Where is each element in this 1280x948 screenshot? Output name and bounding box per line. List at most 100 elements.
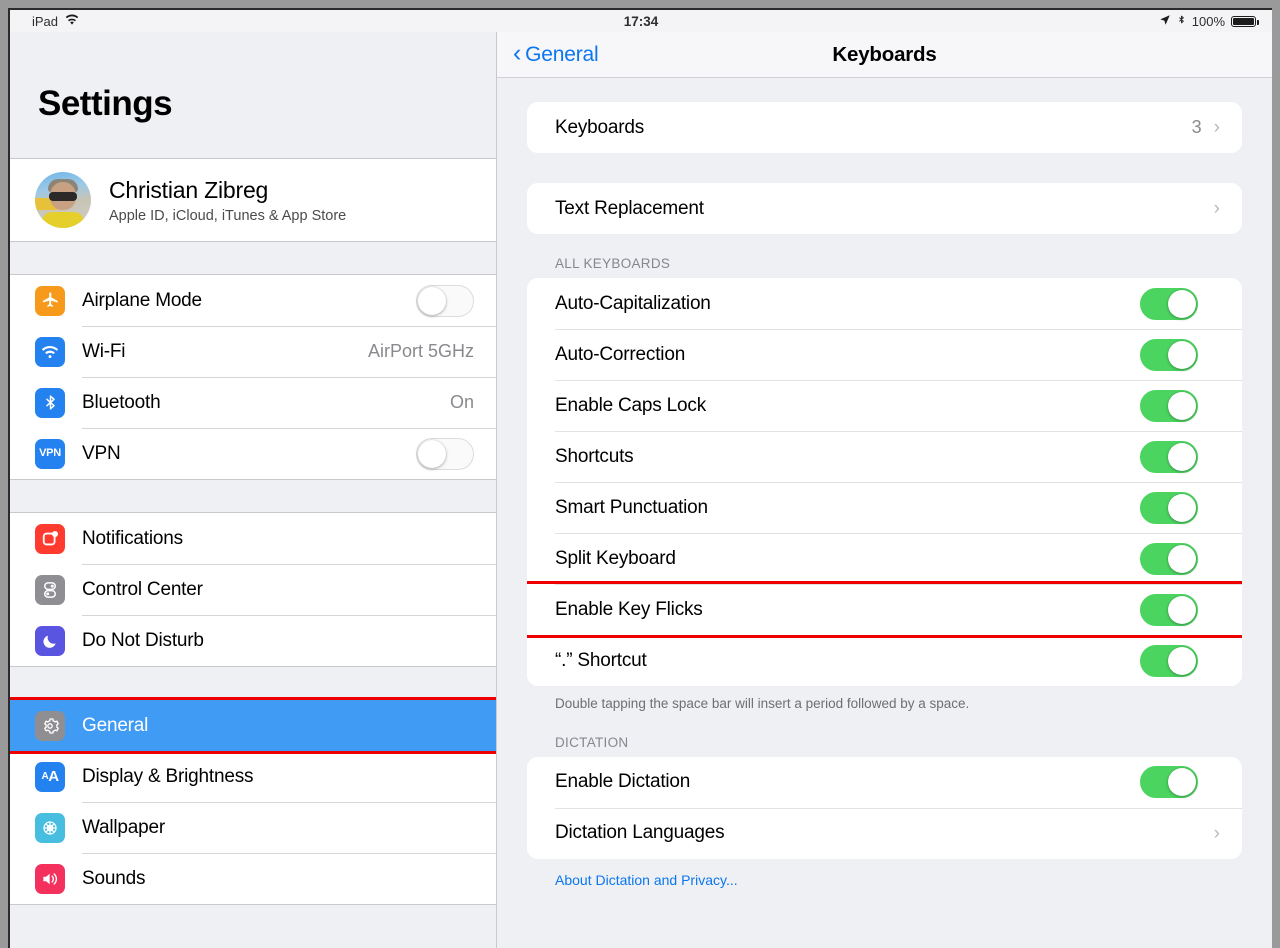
row-enable-caps-lock[interactable]: Enable Caps Lock xyxy=(527,380,1242,431)
sidebar-group-notifications: Notifications Control Center Do Not Dist… xyxy=(10,512,496,667)
battery-full-icon xyxy=(1231,15,1259,27)
sidebar-item-general[interactable]: General xyxy=(10,700,496,751)
row-dictation-languages[interactable]: Dictation Languages › xyxy=(527,807,1242,859)
auto-correction-toggle[interactable] xyxy=(1140,338,1198,371)
period-shortcut-toggle[interactable] xyxy=(1140,644,1198,677)
row-label: “.” Shortcut xyxy=(555,649,647,671)
bluetooth-icon xyxy=(1177,13,1186,29)
enable-dictation-toggle[interactable] xyxy=(1140,766,1198,799)
sidebar-item-notifications[interactable]: Notifications xyxy=(10,513,496,564)
about-dictation-privacy-link[interactable]: About Dictation and Privacy... xyxy=(527,859,1242,888)
sidebar-item-label: Display & Brightness xyxy=(82,765,254,787)
sidebar-item-label: VPN xyxy=(82,442,121,464)
sidebar-group-connectivity: Airplane Mode Wi-Fi AirPort 5GHz Bluetoo… xyxy=(10,274,496,480)
row-label: Text Replacement xyxy=(555,197,704,219)
text-replacement-card: Text Replacement › xyxy=(527,183,1242,234)
ipad-screen: Settings Christian Zibreg Apple ID, iClo… xyxy=(8,8,1272,948)
row-auto-capitalization[interactable]: Auto-Capitalization xyxy=(527,278,1242,329)
row-label: Shortcuts xyxy=(555,445,634,467)
enable-key-flicks-toggle[interactable] xyxy=(1140,593,1198,626)
dictation-card: Enable Dictation Dictation Languages › xyxy=(527,756,1242,859)
row-text-replacement[interactable]: Text Replacement › xyxy=(527,183,1242,234)
vpn-toggle[interactable] xyxy=(416,437,474,470)
sounds-icon xyxy=(35,863,65,894)
back-button-label: General xyxy=(525,42,599,66)
sidebar-item-label: Do Not Disturb xyxy=(82,629,204,651)
back-button[interactable]: ‹ General xyxy=(513,39,599,67)
row-label: Enable Key Flicks xyxy=(555,598,703,620)
row-auto-correction[interactable]: Auto-Correction xyxy=(527,329,1242,380)
sidebar-group-general: General AA Display & Brightness Wallpape… xyxy=(10,699,496,905)
vpn-icon: VPN xyxy=(35,438,65,469)
auto-capitalization-toggle[interactable] xyxy=(1140,287,1198,320)
profile-name: Christian Zibreg xyxy=(109,176,269,203)
avatar xyxy=(35,172,91,228)
control-center-icon xyxy=(35,574,65,605)
all-keyboards-footnote: Double tapping the space bar will insert… xyxy=(555,696,970,711)
display-brightness-icon: AA xyxy=(35,761,65,792)
sidebar-item-control-center[interactable]: Control Center xyxy=(10,564,496,615)
sidebar-item-wallpaper[interactable]: Wallpaper xyxy=(10,802,496,853)
sidebar-item-airplane-mode[interactable]: Airplane Mode xyxy=(10,275,496,326)
row-shortcuts[interactable]: Shortcuts xyxy=(527,431,1242,482)
nav-title: Keyboards xyxy=(832,42,937,66)
status-bar: iPad 17:34 100% xyxy=(10,10,1272,32)
section-header-all-keyboards: ALL KEYBOARDS xyxy=(555,256,671,271)
keyboards-detail-panel: ‹ General Keyboards Keyboards 3 › Text R… xyxy=(497,10,1272,948)
row-keyboards[interactable]: Keyboards 3 › xyxy=(527,102,1242,153)
row-enable-key-flicks[interactable]: Enable Key Flicks xyxy=(527,581,1242,638)
bluetooth-icon xyxy=(35,387,65,418)
row-split-keyboard[interactable]: Split Keyboard xyxy=(527,533,1242,584)
row-label: Keyboards xyxy=(555,116,645,138)
sidebar-item-label: Wi-Fi xyxy=(82,340,126,362)
sidebar-item-label: Airplane Mode xyxy=(82,289,202,311)
split-keyboard-toggle[interactable] xyxy=(1140,542,1198,575)
sidebar-item-do-not-disturb[interactable]: Do Not Disturb xyxy=(10,615,496,666)
row-label: Enable Dictation xyxy=(555,771,691,793)
detail-spacer-1 xyxy=(527,153,1242,183)
sidebar-item-apple-id[interactable]: Christian Zibreg Apple ID, iCloud, iTune… xyxy=(10,159,496,241)
row-period-shortcut[interactable]: “.” Shortcut xyxy=(527,635,1242,686)
chevron-left-icon: ‹ xyxy=(513,39,522,67)
wifi-icon xyxy=(35,336,65,367)
bluetooth-state-value: On xyxy=(449,392,474,412)
chevron-right-icon: › xyxy=(1213,117,1220,138)
row-label: Auto-Correction xyxy=(555,343,686,365)
sidebar-item-label: Control Center xyxy=(82,578,203,600)
sidebar-item-sounds[interactable]: Sounds xyxy=(10,853,496,904)
row-label: Split Keyboard xyxy=(555,547,676,569)
sidebar-profile-group: Christian Zibreg Apple ID, iCloud, iTune… xyxy=(10,158,496,242)
settings-sidebar: Settings Christian Zibreg Apple ID, iClo… xyxy=(10,10,497,948)
all-keyboards-card: Auto-Capitalization Auto-Correction Enab… xyxy=(527,278,1242,686)
wifi-network-value: AirPort 5GHz xyxy=(367,341,474,361)
shortcuts-toggle[interactable] xyxy=(1140,440,1198,473)
row-enable-dictation[interactable]: Enable Dictation xyxy=(527,756,1242,808)
airplane-mode-toggle[interactable] xyxy=(416,284,474,317)
row-label: Dictation Languages xyxy=(555,822,725,844)
chevron-right-icon: › xyxy=(1213,198,1220,219)
page-title: Settings xyxy=(38,84,173,123)
row-label: Smart Punctuation xyxy=(555,496,708,518)
navigation-bar: ‹ General Keyboards xyxy=(497,32,1272,78)
sidebar-item-vpn[interactable]: VPN VPN xyxy=(10,428,496,479)
chevron-right-icon: › xyxy=(1213,822,1220,844)
all-keyboards-section: ALL KEYBOARDS xyxy=(527,234,1242,278)
keyboards-count: 3 xyxy=(1191,117,1202,137)
profile-subtitle: Apple ID, iCloud, iTunes & App Store xyxy=(109,207,347,224)
smart-punctuation-toggle[interactable] xyxy=(1140,491,1198,524)
sidebar-item-wifi[interactable]: Wi-Fi AirPort 5GHz xyxy=(10,326,496,377)
row-smart-punctuation[interactable]: Smart Punctuation xyxy=(527,482,1242,533)
sidebar-item-display-brightness[interactable]: AA Display & Brightness xyxy=(10,751,496,802)
gear-icon xyxy=(35,710,65,741)
sidebar-item-label: General xyxy=(82,714,149,736)
row-label: Auto-Capitalization xyxy=(555,292,711,314)
status-bar-right: 100% xyxy=(1159,13,1259,29)
enable-caps-lock-toggle[interactable] xyxy=(1140,389,1198,422)
wallpaper-icon xyxy=(35,812,65,843)
detail-spacer-top xyxy=(527,78,1242,102)
sidebar-item-bluetooth[interactable]: Bluetooth On xyxy=(10,377,496,428)
